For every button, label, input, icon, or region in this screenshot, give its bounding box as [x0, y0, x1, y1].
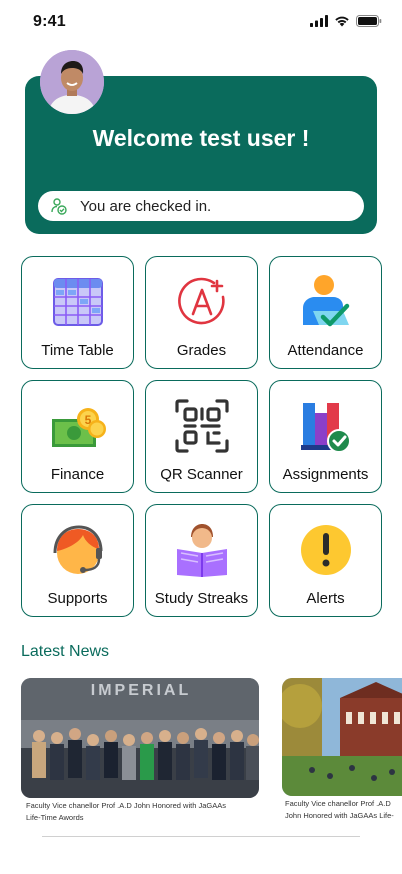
check-in-icon — [51, 198, 67, 215]
news-caption: Faculty Vice chanellor Prof .A.D John Ho… — [285, 799, 394, 820]
calendar-grid-icon — [52, 278, 103, 326]
news-card[interactable]: Faculty Vice chanellor Prof .A.D John Ho… — [282, 678, 402, 822]
money-coin-icon: 5 — [51, 408, 106, 447]
news-card[interactable]: IMPERIAL Faculty Vice chanellor Prof .A.… — [21, 678, 259, 824]
news-image — [282, 678, 402, 796]
news-caption: Faculty Vice chanellor Prof .A.D John Ho… — [26, 801, 226, 822]
tile-grades[interactable]: Grades — [145, 256, 258, 369]
grade-a-plus-icon — [177, 277, 225, 325]
tile-finance[interactable]: 5 Finance — [21, 380, 134, 493]
user-portrait-icon — [40, 50, 104, 114]
news-image: IMPERIAL — [21, 678, 259, 798]
books-check-icon — [300, 403, 351, 453]
building-sign: IMPERIAL — [91, 682, 191, 699]
checkin-label: You are checked in. — [80, 197, 212, 215]
tile-attendance[interactable]: Attendance — [269, 256, 382, 369]
person-check-icon — [302, 275, 349, 327]
tile-study-streaks[interactable]: Study Streaks — [145, 504, 258, 617]
divider — [42, 836, 360, 837]
welcome-title: Welcome test user ! — [92, 125, 310, 151]
tile-label: Attendance — [287, 342, 364, 359]
avatar[interactable] — [40, 50, 104, 114]
reading-person-icon — [176, 524, 227, 577]
tile-supports[interactable]: Supports — [21, 504, 134, 617]
tile-label: Grades — [176, 342, 227, 359]
signal-icon — [310, 15, 328, 27]
status-time: 9:41 — [33, 13, 66, 30]
tile-label: Alerts — [306, 590, 345, 607]
battery-icon — [356, 15, 382, 27]
checkin-status: You are checked in. — [38, 191, 364, 221]
tile-label: QR Scanner — [160, 466, 243, 483]
tile-label: Time Table — [41, 342, 114, 359]
news-heading: Latest News — [21, 643, 110, 660]
tile-label: Study Streaks — [154, 590, 249, 607]
tile-alerts[interactable]: Alerts — [269, 504, 382, 617]
tile-assignments[interactable]: Assignments — [269, 380, 382, 493]
status-bar: 9:41 — [0, 0, 402, 46]
tile-label: Finance — [50, 466, 105, 483]
tile-time-table[interactable]: Time Table — [21, 256, 134, 369]
qr-code-icon — [174, 399, 229, 453]
headset-agent-icon — [53, 525, 102, 574]
wifi-icon — [335, 16, 349, 27]
tile-label: Supports — [47, 590, 108, 607]
status-icons — [310, 15, 382, 27]
exclamation-icon — [300, 525, 351, 575]
tile-label: Assignments — [282, 466, 369, 483]
tile-qr-scanner[interactable]: QR Scanner — [145, 380, 258, 493]
